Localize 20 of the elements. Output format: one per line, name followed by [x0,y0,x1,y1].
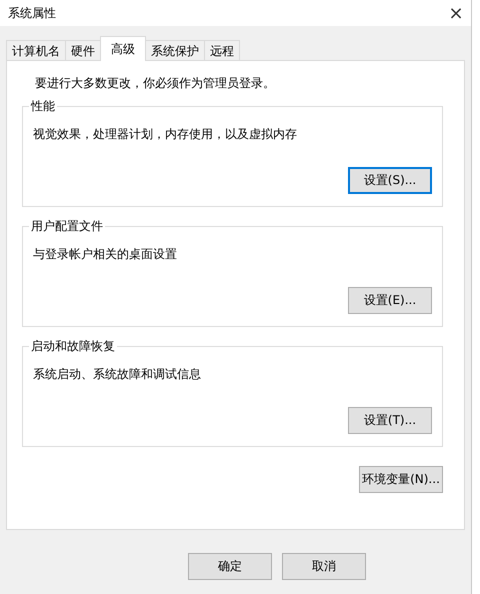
tab[interactable]: 系统保护 [145,40,205,60]
tab[interactable]: 高级 [100,36,146,61]
tab[interactable]: 硬件 [65,40,101,60]
tab[interactable]: 远程 [204,40,240,60]
window-title: 系统属性 [8,4,56,22]
group-title: 用户配置文件 [29,218,105,235]
settings-button[interactable]: 设置(E)... [348,287,432,314]
environment-variables-button[interactable]: 环境变量(N)... [359,466,443,493]
close-icon[interactable]: × [441,2,471,24]
admin-notice: 要进行大多数更改，你必须作为管理员登录。 [34,75,276,92]
tab[interactable]: 计算机名 [6,40,66,60]
group-title: 性能 [29,98,57,115]
group-description: 与登录帐户相关的桌面设置 [33,246,178,263]
settings-button[interactable]: 设置(S)... [348,167,432,194]
group-title: 启动和故障恢复 [29,338,117,355]
group-description: 系统启动、系统故障和调试信息 [33,366,202,383]
ok-button[interactable]: 确定 [188,553,272,580]
settings-button[interactable]: 设置(T)... [348,407,432,434]
cancel-button[interactable]: 取消 [282,553,366,580]
group-description: 视觉效果，处理器计划，内存使用，以及虚拟内存 [33,126,298,143]
